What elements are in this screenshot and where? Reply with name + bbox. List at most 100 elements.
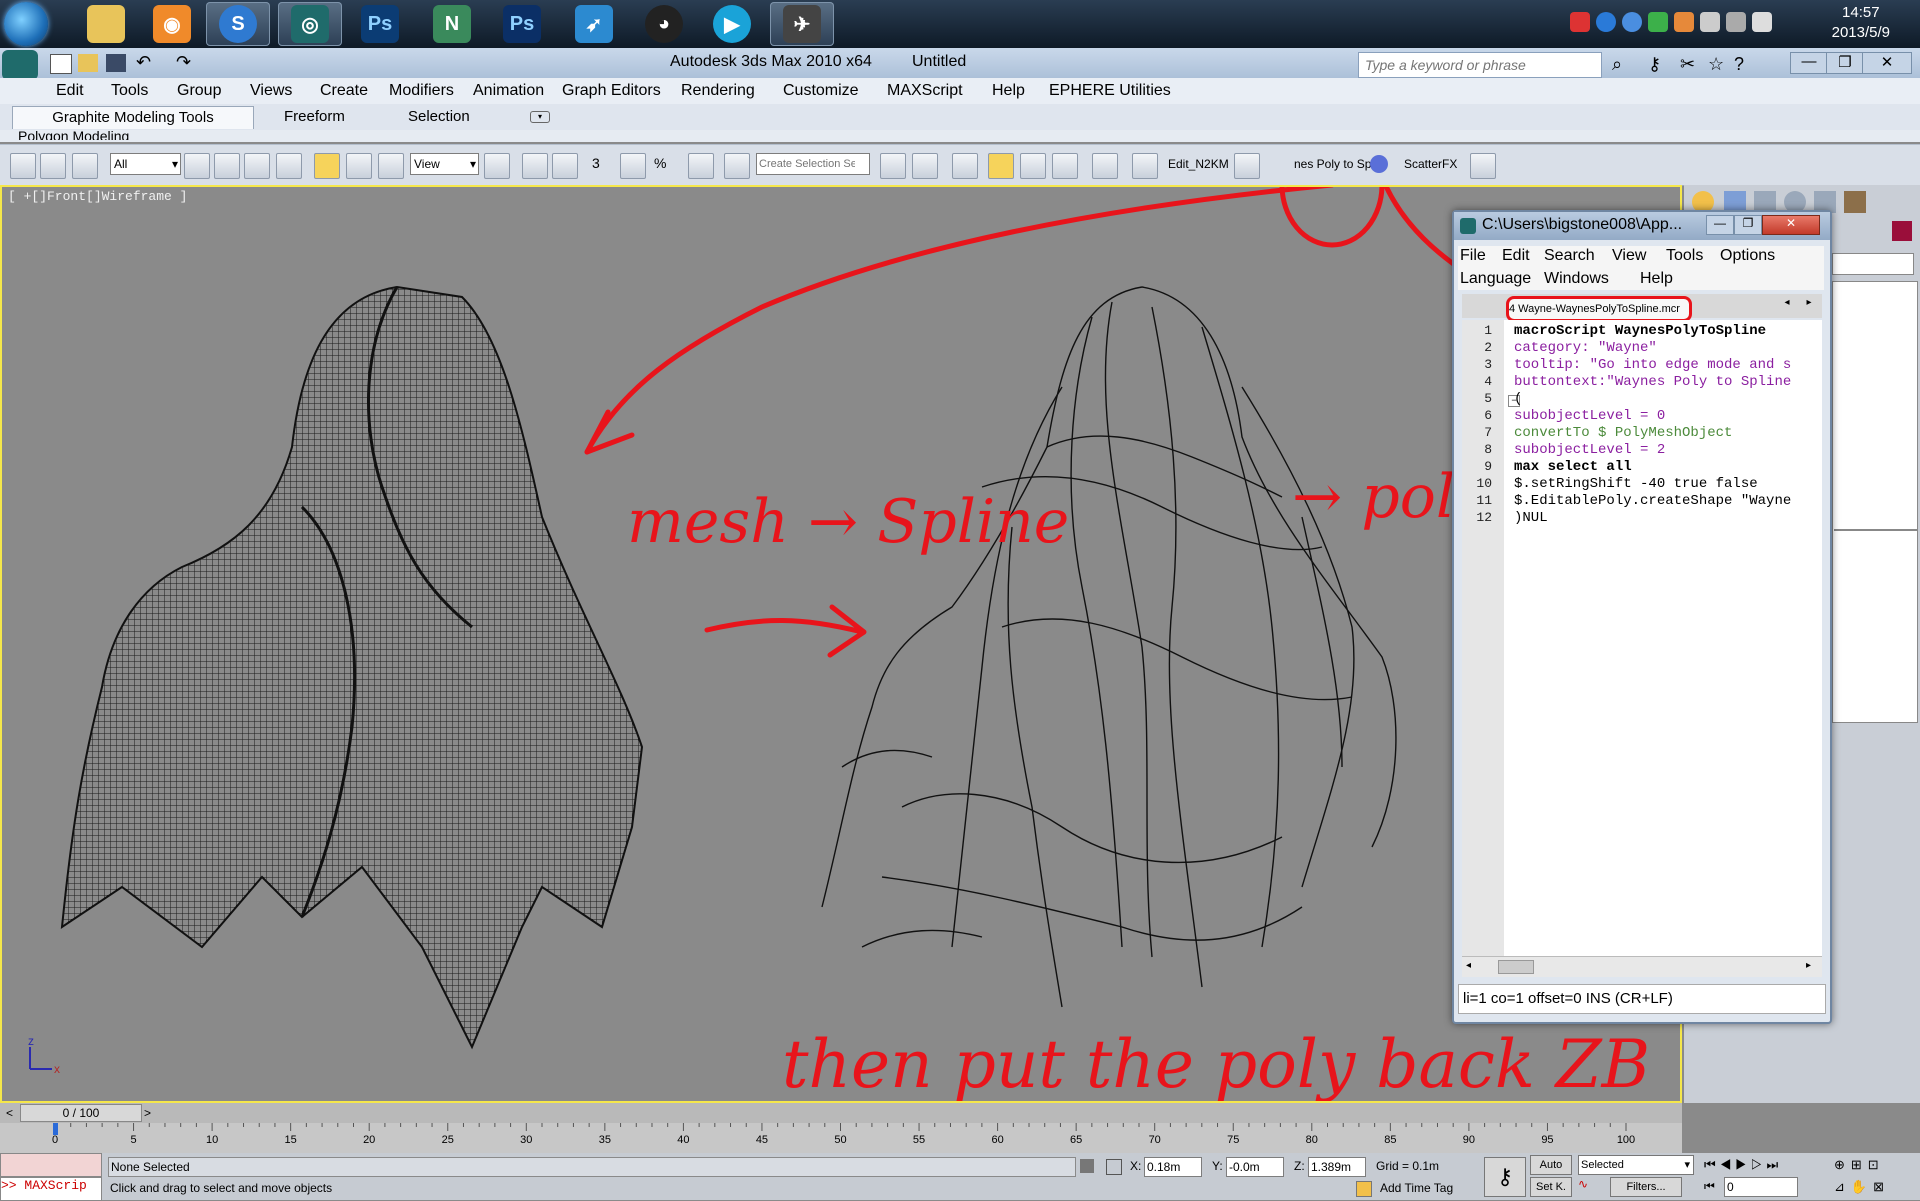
tools-icon[interactable]: ✂ (1680, 54, 1695, 75)
front-viewport[interactable]: [ +[]Front[]Wireframe ] mesh → Spline → … (0, 185, 1682, 1103)
tray-security-icon[interactable] (1648, 12, 1668, 32)
select-manipulate-icon[interactable] (522, 153, 548, 179)
waynes-poly-to-spline-button[interactable]: nes Poly to Sp (1294, 157, 1371, 171)
scroll-right-icon[interactable]: ▸ (1806, 960, 1811, 971)
keyboard-shortcut-icon[interactable] (552, 153, 578, 179)
playback-controls[interactable]: ⏮◀▶▷⏭ (1704, 1157, 1782, 1173)
maxscript-listener-label[interactable]: >> MAXScrip (0, 1177, 102, 1201)
help-search-box[interactable] (1358, 52, 1602, 78)
menu-ephere-utilities[interactable]: EPHERE Utilities (1049, 82, 1171, 100)
angle-snap-icon[interactable] (620, 153, 646, 179)
editor-menu-options[interactable]: Options (1720, 247, 1775, 265)
code-line[interactable]: buttontext:"Waynes Poly to Spline (1514, 374, 1791, 391)
menu-modifiers[interactable]: Modifiers (389, 82, 454, 100)
time-slider[interactable]: < 0 / 100 > (0, 1103, 1682, 1123)
globe-icon[interactable] (1370, 155, 1388, 173)
code-editor-area[interactable]: 1 2 3 4 5 6 7 8 9 10 11 12 − macroScript WaynesPoly… (1462, 320, 1822, 956)
link-icon[interactable] (10, 153, 36, 179)
tray-display-icon[interactable] (1700, 12, 1720, 32)
time-slider-thumb[interactable]: 0 / 100 (20, 1104, 142, 1122)
current-frame-field[interactable]: 0 (1724, 1177, 1798, 1197)
tab-scroll-right-icon[interactable]: ▸ (1800, 297, 1818, 315)
track-bar[interactable]: 0 5 10 15 20 25 30 35 40 45 50 55 60 65 70 75 80 85 90 95 10… (0, 1123, 1682, 1153)
tray-globe-icon[interactable] (1622, 12, 1642, 32)
code-line[interactable]: )NUL (1514, 510, 1548, 527)
close-button[interactable]: ✕ (1862, 52, 1912, 74)
polygon-modeling-label[interactable]: Polygon Modeling (18, 128, 129, 140)
key-filters-button[interactable]: Filters... (1610, 1177, 1682, 1197)
editor-menu-search[interactable]: Search (1544, 247, 1595, 265)
auto-key-button[interactable]: Auto (1530, 1155, 1572, 1175)
spinner-snap-icon[interactable] (688, 153, 714, 179)
y-coordinate-field[interactable]: -0.0m (1226, 1157, 1284, 1177)
code-line[interactable]: subobjectLevel = 2 (1514, 442, 1665, 459)
key-icon[interactable]: ⚷ (1648, 54, 1661, 75)
taskbar-qq-button[interactable]: ◕ (632, 2, 696, 46)
minimize-button[interactable]: — (1790, 52, 1828, 74)
layer-manager-icon[interactable] (952, 153, 978, 179)
help-search-input[interactable] (1363, 54, 1599, 76)
utilities-hammer-icon[interactable] (1844, 191, 1866, 213)
frame-nav-icon[interactable]: ⏮ (1704, 1179, 1715, 1194)
editor-close-button[interactable]: ✕ (1762, 215, 1820, 235)
code-line[interactable]: macroScript WaynesPolyToSpline (1514, 323, 1766, 340)
unlink-icon[interactable] (40, 153, 66, 179)
scroll-left-icon[interactable]: ◂ (1466, 960, 1471, 971)
named-selection-set-input[interactable] (757, 154, 857, 174)
editor-menu-file[interactable]: File (1460, 247, 1486, 265)
select-scale-icon[interactable] (378, 153, 404, 179)
new-file-icon[interactable] (50, 54, 72, 74)
open-file-icon[interactable] (78, 54, 98, 72)
code-line[interactable]: $.setRingShift -40 true false (1514, 476, 1758, 493)
editor-minimize-button[interactable]: — (1706, 215, 1734, 235)
save-file-icon[interactable] (106, 54, 126, 72)
viewport-nav-icons-bottom[interactable]: ⊿✋⊠ (1834, 1179, 1890, 1195)
editor-title-bar[interactable]: C:\Users\bigstone008\App... — ❐ ✕ (1454, 212, 1830, 240)
snaps-toggle-icon[interactable]: 3 (592, 155, 600, 171)
menu-customize[interactable]: Customize (783, 82, 859, 100)
taskbar-camera-button[interactable]: ◉ (140, 2, 204, 46)
menu-animation[interactable]: Animation (473, 82, 544, 100)
code-line[interactable]: ( (1514, 391, 1522, 408)
taskbar-photoshop-button[interactable]: Ps (348, 2, 412, 46)
graphite-toggle-icon[interactable] (988, 153, 1014, 179)
align-icon[interactable] (912, 153, 938, 179)
maxscript-editor-window[interactable]: C:\Users\bigstone008\App... — ❐ ✕ File E… (1452, 210, 1832, 1024)
object-color-swatch[interactable] (1892, 221, 1912, 241)
taskbar-photoshop2-button[interactable]: Ps (490, 2, 554, 46)
menu-views[interactable]: Views (250, 82, 292, 100)
bind-spacewarp-icon[interactable] (72, 153, 98, 179)
teapot-icon[interactable] (1470, 153, 1496, 179)
tab-scroll-left-icon[interactable]: ◂ (1778, 297, 1796, 315)
code-line[interactable]: subobjectLevel = 0 (1514, 408, 1665, 425)
taskbar-app-s-button[interactable]: S (206, 2, 270, 46)
menu-edit[interactable]: Edit (56, 82, 84, 100)
app-menu-button[interactable] (2, 50, 38, 80)
editor-menu-help[interactable]: Help (1640, 270, 1673, 288)
tray-app-icon[interactable] (1570, 12, 1590, 32)
selection-filter-dropdown[interactable]: All ▾ (110, 153, 181, 175)
system-clock[interactable]: 14:57 2013/5/9 (1832, 3, 1890, 43)
z-coordinate-field[interactable]: 1.389m (1308, 1157, 1366, 1177)
binoculars-icon[interactable]: ⌕ (1612, 54, 1622, 75)
editor-file-tab[interactable]: 4 Wayne-WaynesPolyToSpline.mcr (1506, 296, 1692, 322)
redo-icon[interactable]: ↷ (176, 52, 191, 73)
select-object-icon[interactable] (184, 153, 210, 179)
time-slider-prev-icon[interactable]: < (6, 1106, 13, 1120)
editor-menu-tools[interactable]: Tools (1666, 247, 1703, 265)
percent-snap-icon[interactable]: % (654, 155, 666, 171)
material-editor-icon[interactable] (1092, 153, 1118, 179)
menu-help[interactable]: Help (992, 82, 1025, 100)
tab-graphite-modeling-tools[interactable]: Graphite Modeling Tools (12, 106, 254, 129)
tab-selection[interactable]: Selection (408, 108, 470, 125)
tray-volume-icon[interactable] (1752, 12, 1772, 32)
undo-icon[interactable]: ↶ (136, 52, 151, 73)
menu-tools[interactable]: Tools (111, 82, 148, 100)
editor-menu-windows[interactable]: Windows (1544, 270, 1609, 288)
taskbar-zbrush-button[interactable]: ✈ (770, 2, 834, 46)
render-setup-icon[interactable] (1132, 153, 1158, 179)
ribbon-toggle-icon[interactable]: ▾ (530, 111, 550, 123)
restore-button[interactable]: ❐ (1826, 52, 1864, 74)
select-rotate-icon[interactable] (346, 153, 372, 179)
mirror-icon[interactable] (880, 153, 906, 179)
